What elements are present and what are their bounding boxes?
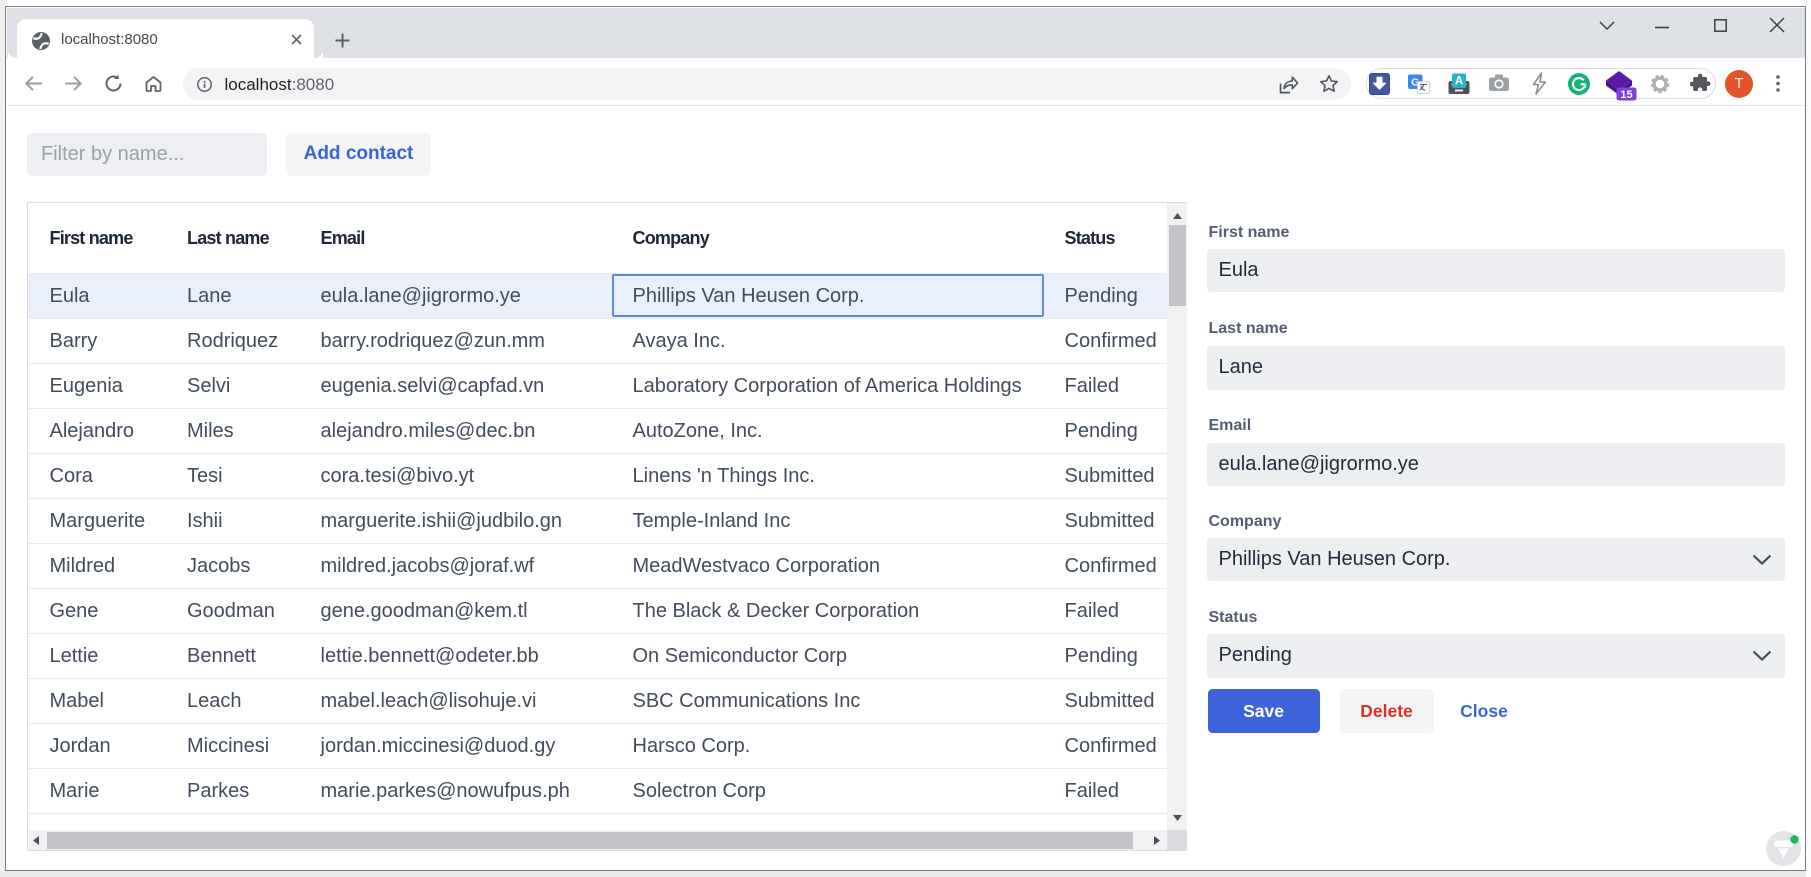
svg-text:A: A	[1455, 75, 1463, 87]
svg-text:15: 15	[1620, 89, 1632, 101]
